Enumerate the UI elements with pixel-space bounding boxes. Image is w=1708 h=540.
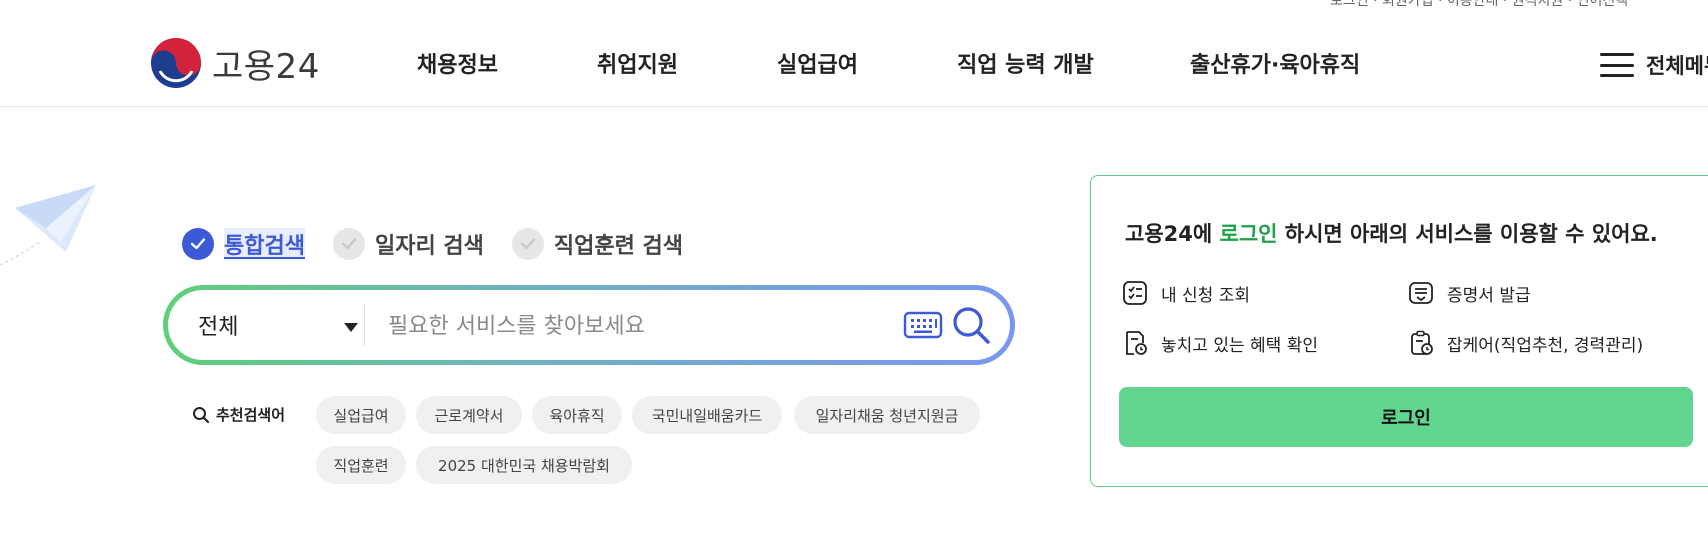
title-suffix: 하시면 아래의 서비스를 이용할 수 있어요. [1277,222,1658,246]
clipboard-clock-icon [1411,330,1433,355]
caret-down-icon [344,323,358,332]
category-select[interactable]: 전체 [198,290,358,360]
check-circle-icon [332,228,365,260]
search-tabs: 통합검색 일자리 검색 직업훈련 검색 [182,228,683,260]
nav-item-vocational-training[interactable]: 직업 능력 개발 [957,47,1094,79]
keyword-chip[interactable]: 국민내일배움카드 [632,396,782,434]
nav-item-unemployment-benefits[interactable]: 실업급여 [777,47,858,79]
nav-item-parental-leave[interactable]: 출산휴가·육아휴직 [1190,47,1360,79]
all-menu-label: 전체메뉴 [1646,54,1708,78]
login-button[interactable]: 로그인 [1119,387,1693,447]
tab-label: 통합검색 [224,228,305,260]
paper-plane-icon [0,185,96,266]
divider [364,304,365,346]
title-prefix: 고용24에 [1125,222,1220,246]
keyword-chip[interactable]: 2025 대한민국 채용박람회 [416,446,632,484]
login-card-title: 고용24에 로그인 하시면 아래의 서비스를 이용할 수 있어요. [1125,218,1658,248]
utility-links[interactable]: 로그인 · 회원가입 · 이용안내 · 원격지원 · 언어선택 [1330,0,1628,10]
hamburger-icon [1600,53,1634,77]
search-box-inner: 전체 [168,290,1010,360]
title-highlight: 로그인 [1219,222,1278,246]
tab-label: 직업훈련 검색 [553,234,683,259]
tab-label: 일자리 검색 [374,234,484,259]
service-label: 잡케어(직업추천, 경력관리) [1447,335,1644,356]
tab-integrated-search[interactable]: 통합검색 [182,228,305,260]
all-menu-button[interactable]: 전체메뉴 [1600,50,1708,80]
search-icon [193,406,210,423]
search-icon[interactable] [950,304,992,346]
check-circle-icon [511,228,544,260]
nav-item-employment-support[interactable]: 취업지원 [597,47,678,79]
search-box: 전체 [163,285,1015,365]
checklist-icon [1123,281,1147,305]
nav-item-jobs[interactable]: 채용정보 [417,47,498,79]
service-missed-benefits[interactable]: 놓치고 있는 혜택 확인 [1121,329,1318,357]
certificate-icon [1409,282,1433,304]
service-my-applications[interactable]: 내 신청 조회 [1121,279,1250,307]
site-header: 로그인 · 회원가입 · 이용안내 · 원격지원 · 언어선택 고용24 채용정… [0,0,1708,107]
keyboard-icon[interactable] [903,310,943,340]
service-certificate[interactable]: 증명서 발급 [1407,279,1531,307]
keyword-chip[interactable]: 직업훈련 [316,446,406,484]
search-input[interactable] [386,304,830,348]
recommended-label-text: 추천검색어 [216,406,286,424]
service-label: 놓치고 있는 혜택 확인 [1161,335,1318,356]
service-job-care[interactable]: 잡케어(직업추천, 경력관리) [1407,329,1643,357]
keyword-chip[interactable]: 일자리채움 청년지원금 [794,396,980,434]
keyword-chip[interactable]: 육아휴직 [532,396,622,434]
login-card: 고용24에 로그인 하시면 아래의 서비스를 이용할 수 있어요. 내 신청 조… [1090,175,1708,487]
service-label: 내 신청 조회 [1161,285,1251,306]
tab-training-search[interactable]: 직업훈련 검색 [511,228,683,260]
keyword-chip[interactable]: 실업급여 [316,396,406,434]
check-circle-icon [182,228,214,260]
tab-job-search[interactable]: 일자리 검색 [332,228,484,260]
recommended-keywords-label: 추천검색어 [192,404,285,425]
main-nav: 채용정보 취업지원 실업급여 직업 능력 개발 출산휴가·육아휴직 [0,47,1708,79]
service-label: 증명서 발급 [1447,285,1531,306]
category-select-value: 전체 [198,315,239,340]
document-clock-icon [1126,331,1147,355]
keyword-chip[interactable]: 근로계약서 [416,396,522,434]
